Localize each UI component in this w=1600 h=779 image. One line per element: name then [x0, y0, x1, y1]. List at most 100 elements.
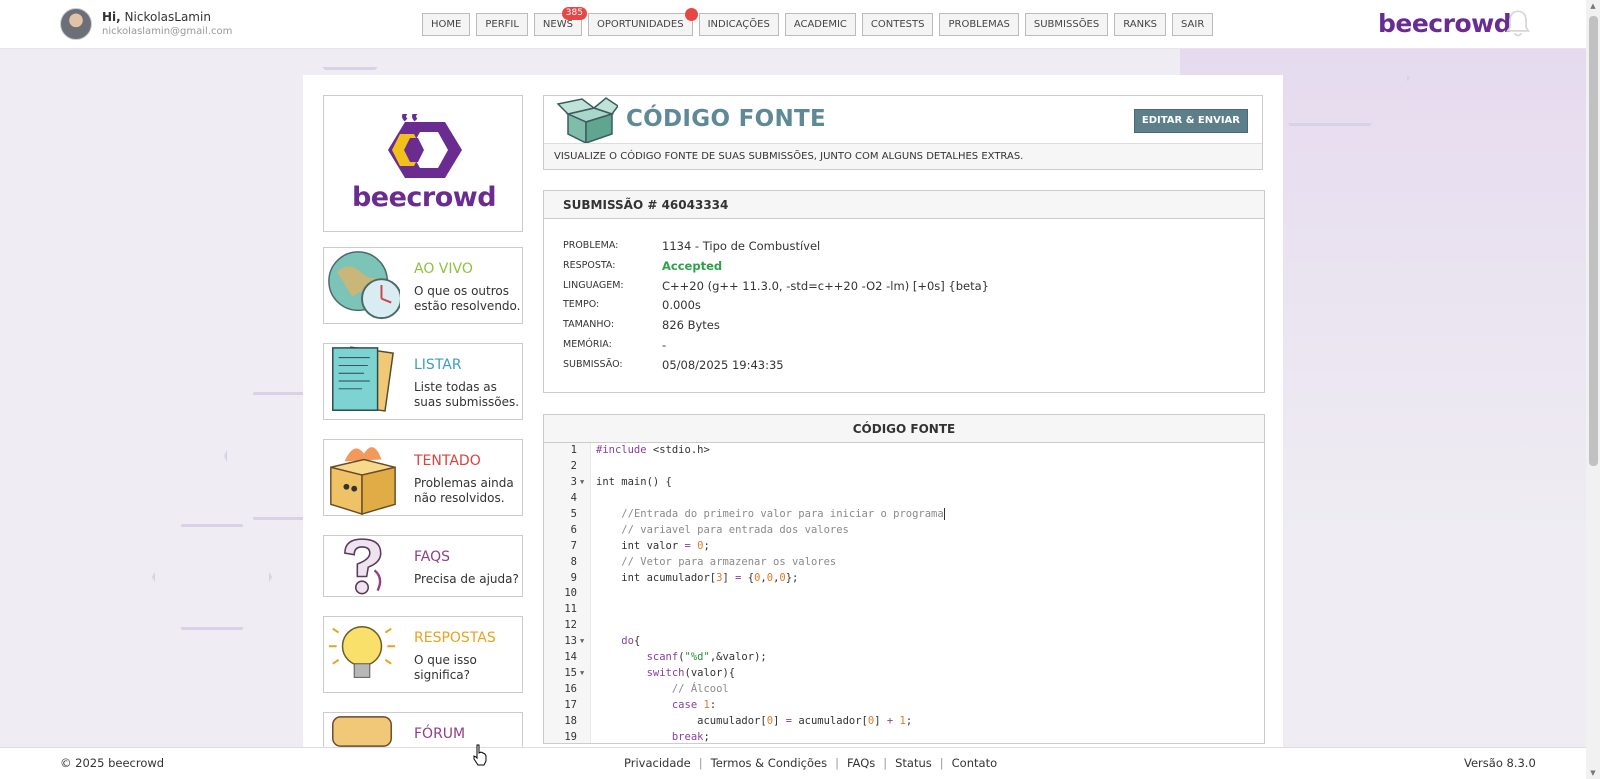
sidebar-card-title: FÓRUM [414, 726, 466, 742]
code-token: //Entrada do primeiro valor para iniciar… [621, 507, 944, 520]
footer-copyright: © 2025 beecrowd [60, 756, 165, 770]
footer-link-privacidade[interactable]: Privacidade [624, 756, 691, 770]
fold-toggle-icon[interactable]: ▼ [580, 634, 584, 650]
code-token: int main() { [596, 475, 672, 488]
footer-separator: | [883, 756, 888, 770]
submission-field-label: LINGUAGEM: [563, 279, 624, 291]
notification-dot [684, 8, 698, 21]
nav-perfil-button[interactable]: PERFIL [476, 13, 528, 36]
papers-icon [332, 346, 394, 412]
code-text: switch(valor){ [596, 666, 736, 682]
sidebar-card-respostas[interactable]: RESPOSTAS O que isso significa? [323, 616, 523, 693]
footer-link-termos-condicoes[interactable]: Termos & Condições [711, 756, 827, 770]
edit-and-submit-button[interactable]: EDITAR & ENVIAR [1133, 109, 1248, 133]
line-number: 13 [564, 635, 577, 648]
background-hexagon [152, 524, 272, 630]
code-heading: CÓDIGO FONTE [544, 415, 1264, 443]
open-box-icon [556, 97, 618, 144]
submission-field-label: MEMÓRIA: [563, 338, 612, 350]
sidebar-card-description: O que isso significa? [414, 653, 477, 682]
bell-icon[interactable] [1504, 9, 1532, 39]
code-token: break [671, 730, 704, 743]
sidebar-card-description: Problemas ainda não resolvidos. [414, 476, 514, 505]
nav-label: NEWS [542, 19, 573, 30]
scroll-up-icon[interactable]: ▲ [1589, 2, 1597, 10]
code-token: switch [646, 667, 685, 680]
code-token: ; [905, 714, 913, 727]
nav-label: HOME [431, 19, 462, 30]
footer-link-status[interactable]: Status [895, 756, 932, 770]
code-line: 14 scanf("%d",&valor); [544, 650, 1264, 666]
hand-cursor-icon [473, 744, 487, 766]
nav-sair-button[interactable]: SAIR [1172, 13, 1214, 36]
fold-toggle-icon[interactable]: ▼ [580, 666, 584, 682]
code-token: { [633, 635, 641, 648]
nav-academic-button[interactable]: ACADEMIC [784, 13, 856, 36]
nav-problemas-button[interactable]: PROBLEMAS [939, 13, 1019, 36]
nav-contests-button[interactable]: CONTESTS [861, 13, 934, 36]
code-text: do{ [596, 634, 640, 650]
sidebar-card-title: AO VIVO [414, 261, 473, 277]
footer-version: Versão 8.3.0 [1464, 756, 1536, 770]
code-line: 19 break; [544, 730, 1264, 743]
code-token: ] [722, 571, 736, 584]
code-token: "%d" [684, 651, 710, 664]
sidebar-card-faqs[interactable]: FAQS Precisa de ajuda? [323, 535, 523, 597]
nav-indicacoes-button[interactable]: INDICAÇÕES [698, 13, 779, 36]
lightbulb-icon [328, 626, 396, 678]
nav-home-button[interactable]: HOME [422, 13, 471, 36]
sidebar-card-listar[interactable]: LISTAR Liste todas as suas submissões. [323, 343, 523, 420]
nav-oportunidades-button[interactable]: OPORTUNIDADES [587, 8, 698, 36]
code-line: 1 #include <stdio.h> [544, 443, 1264, 459]
footer-link-faqs[interactable]: FAQs [847, 756, 875, 770]
code-text: // Vetor para armazenar os valores [596, 555, 836, 571]
scroll-down-icon[interactable]: ▼ [1589, 769, 1597, 777]
code-line: 2 [544, 459, 1264, 475]
sidebar-brand-name: beecrowd [351, 182, 497, 213]
user-greeting: Hi, NickolasLamin [102, 10, 211, 24]
sidebar-logo-card[interactable]: beecrowd [323, 95, 523, 232]
code-token: ,&valor); [709, 651, 767, 664]
code-text: acumulador[0] = acumulador[0] + 1; [596, 714, 912, 730]
code-editor[interactable]: 1 #include <stdio.h> 2 3 ▼ int main() {4 5 //E… [544, 443, 1264, 743]
nav-ranks-button[interactable]: RANKS [1114, 13, 1167, 36]
code-token: // variavel para entrada dos valores [621, 523, 849, 536]
footer: © 2025 beecrowd Privacidade | Termos & Con… [0, 747, 1586, 779]
footer-link-contato[interactable]: Contato [952, 756, 997, 770]
sidebar-card-tentado[interactable]: TENTADO Problemas ainda não resolvidos. [323, 439, 523, 516]
line-number: 8 [570, 555, 577, 568]
code-token: }; [785, 571, 799, 584]
nav-news-button[interactable]: NEWS 385 [533, 7, 587, 36]
code-text: // variavel para entrada dos valores [596, 523, 849, 539]
burning-box-icon [330, 447, 396, 515]
code-text: int main() { [596, 475, 672, 491]
line-number: 17 [564, 699, 577, 711]
submission-details: SUBMISSÃO # 46043334 PROBLEMA: 1134 - Tip… [543, 190, 1265, 393]
nav-label: ACADEMIC [793, 19, 847, 30]
submission-field-value: - [662, 337, 667, 352]
line-number: 12 [564, 619, 577, 632]
scrollbar-thumb[interactable] [1589, 16, 1598, 466]
code-line: 16 // Álcool [544, 682, 1264, 698]
code-token: int valor [596, 539, 685, 552]
fold-toggle-icon[interactable]: ▼ [580, 475, 584, 491]
nav-submissoes-button[interactable]: SUBMISSÕES [1024, 13, 1109, 36]
footer-separator: | [835, 756, 839, 770]
submission-field-value: 0.000s [662, 298, 701, 313]
scrollbar[interactable]: ▲ ▼ [1586, 0, 1600, 779]
code-token: acumulador[ [792, 714, 868, 727]
submission-field-label: RESPOSTA: [563, 259, 616, 271]
submission-field-label: PROBLEMA: [563, 240, 619, 251]
line-number: 3 [570, 475, 577, 488]
avatar[interactable] [60, 8, 92, 40]
submission-status: Accepted [662, 258, 723, 273]
brand-logo[interactable]: beecrowd [1378, 9, 1512, 38]
sidebar-card-ao-vivo[interactable]: AO VIVO O que os outros estão resolvendo. [323, 247, 523, 324]
code-token: do [621, 635, 634, 648]
code-line: 3 ▼ int main() { [544, 475, 1264, 491]
page-title: CÓDIGO FONTE [626, 106, 827, 132]
user-name: NickolasLamin [124, 10, 211, 24]
